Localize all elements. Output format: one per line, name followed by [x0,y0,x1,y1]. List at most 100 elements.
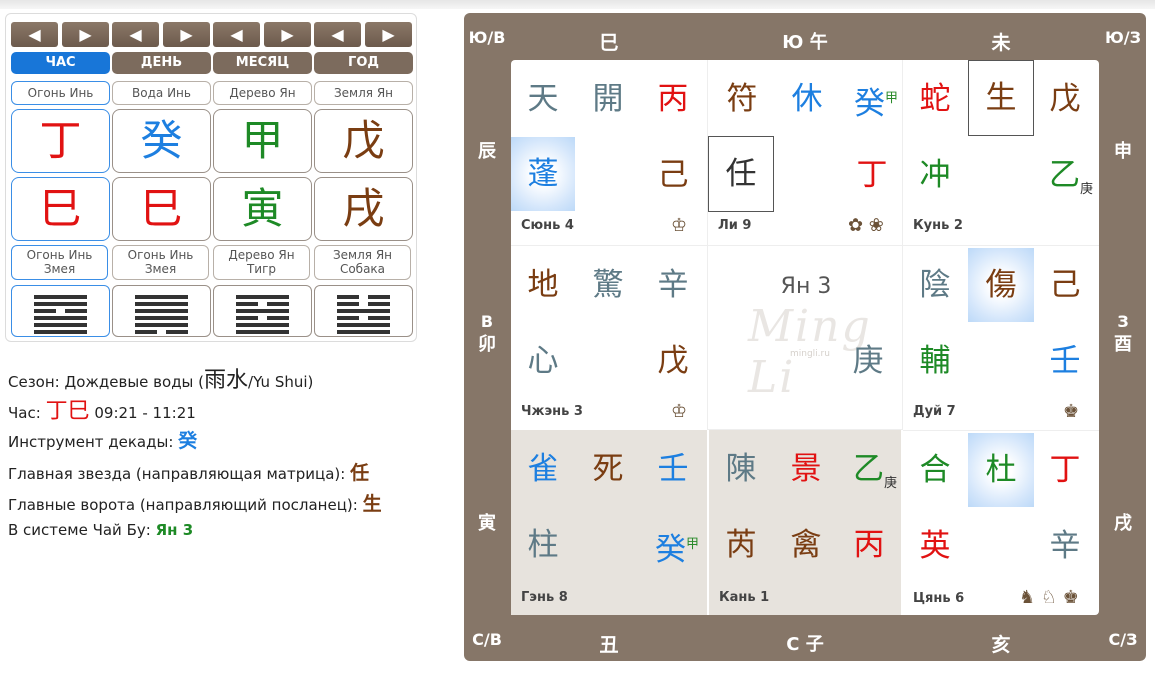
palace-name: Кань 1 [719,590,770,605]
palace-gen[interactable]: 雀 死 壬 柱 癸甲 Гэнь 8 [511,430,707,615]
month-stem-element: Дерево Ян [213,81,312,105]
corner-southeast: Ю/В [468,28,506,47]
hidden-stem-sub: 庚 [1079,182,1093,197]
bottom-branch-hai: 亥 [991,634,1011,656]
hexagram-icon [236,295,289,334]
day-stem-element: Вода Инь [112,81,211,105]
month-branch: 寅 [213,177,312,241]
day-prev-button[interactable]: ◀ [112,22,159,47]
palace-dui[interactable]: 陰 傷 己 輔 壬 Дуй 7 ♚ [903,245,1099,430]
earth-stem-char: 乙 [1048,157,1080,193]
deity: 陳 [725,451,757,487]
palace-center: Ming Li mingli.ru Ян 3 庚 [707,245,903,430]
hour-branch-animal: Змея [43,262,76,276]
deity: 雀 [527,451,559,487]
hidden-stem-sup: 甲 [685,537,699,552]
top-branch-wu: Ю 午 [782,32,828,53]
heaven-stem: 丁 [1049,452,1081,488]
chess-pieces-icon: ♞ ♘ ♚ [1019,587,1079,608]
tab-hour[interactable]: ЧАС [11,52,110,74]
star-label: Главная звезда (направляющая матрица): [8,465,346,483]
year-branch-animal: Собака [339,262,386,276]
day-next-button[interactable]: ▶ [163,22,210,47]
tab-day[interactable]: ДЕНЬ [112,52,211,74]
chaibu-value: Ян 3 [155,521,194,539]
corner-northeast: С/В [472,630,502,649]
hour-next-button[interactable]: ▶ [62,22,109,47]
four-pillars-panel: ◀ ▶ ЧАС Огонь Инь 丁 巳 Огонь Инь Змея ◀ ▶… [5,13,417,342]
king-icon: ♔ [671,401,688,422]
month-next-button[interactable]: ▶ [264,22,311,47]
chaibu-line: В системе Чай Бу: Ян 3 [8,521,193,539]
top-shade [0,0,1155,9]
month-branch-element: Дерево Ян Тигр [213,245,310,280]
hour-time: 09:21 - 11:21 [94,404,196,422]
top-branch-si: 巳 [599,32,619,54]
deity: 蛇 [919,81,951,117]
gate-label: Главные ворота (направляющий посланец): [8,496,358,514]
year-prev-button[interactable]: ◀ [314,22,361,47]
heaven-stem: 丙 [657,81,689,117]
month-prev-button[interactable]: ◀ [213,22,260,47]
star: 英 [919,528,951,564]
star: 芮 [725,527,757,563]
palace-zhen[interactable]: 地 驚 辛 心 戊 Чжэнь 3 ♔ [511,245,707,430]
year-next-button[interactable]: ▶ [365,22,412,47]
star: 心 [527,343,559,379]
palace-name: Кунь 2 [913,218,963,233]
gate: 驚 [592,267,624,303]
gate: 生 [968,60,1034,136]
earth-stem: 壬 [1049,343,1081,379]
star: 輔 [919,343,951,379]
bottom-branch-zi: С 子 [786,634,824,655]
tab-month[interactable]: МЕСЯЦ [213,52,312,74]
right-direction-west: З [1117,312,1129,331]
hour-stem-element: Огонь Инь [11,81,110,105]
heaven-stem-char: 癸 [853,86,885,122]
palace-kun[interactable]: 蛇 生 戊 冲 乙庚 Кунь 2 [903,60,1099,245]
palace-kan[interactable]: 陳 景 乙庚 芮 禽 丙 Кань 1 [709,430,901,615]
hour-prev-button[interactable]: ◀ [11,22,58,47]
day-branch-element-text: Огонь Инь [127,248,194,262]
palace-name: Дуй 7 [913,404,956,419]
hour-branch-element-text: Огонь Инь [26,248,93,262]
deity: 天 [527,81,559,117]
hour-branch-element: Огонь Инь Змея [11,245,108,280]
year-stem-element: Земля Ян [314,81,413,105]
heaven-stem-char: 乙 [852,451,884,487]
gate-line: Главные ворота (направляющий посланец): … [8,489,382,516]
day-stem: 癸 [112,109,211,173]
gate-value: 生 [362,493,382,515]
heaven-stem: 辛 [657,267,689,303]
right-branch-you: 酉 [1114,334,1132,355]
deity: 陰 [919,267,951,303]
hour-hexagram [11,285,110,337]
corner-southwest: Ю/З [1105,28,1141,47]
year-stem: 戊 [314,109,413,173]
palace-qian[interactable]: 合 杜 丁 英 辛 Цянь 6 ♞ ♘ ♚ [903,430,1099,615]
season-label: Сезон: Дождевые воды ( [8,373,205,391]
left-branch-chen: 辰 [478,141,496,162]
tab-year[interactable]: ГОД [314,52,413,74]
top-branch-wei: 未 [991,32,1011,54]
heaven-stem: 壬 [657,451,689,487]
palace-li[interactable]: 符 休 癸甲 任 丁 Ли 9 ✿ ❀ [707,60,903,245]
deity: 符 [726,81,758,117]
king-icon: ♔ [671,215,688,236]
hour-stem: 丁 [11,109,110,173]
watermark-url: mingli.ru [790,349,830,359]
heaven-stem: 癸甲 [850,82,902,121]
star: 冲 [919,157,951,193]
king-icon: ♚ [1063,401,1080,422]
hexagram-icon [337,295,390,334]
deity: 合 [919,452,951,488]
earth-stem: 戊 [657,343,689,379]
deity: 地 [527,267,559,303]
season-tail: /Yu Shui) [248,373,314,391]
left-branch-mao: 卯 [478,334,496,355]
earth-stem: 丙 [853,527,885,563]
palace-xun[interactable]: 天 開 丙 蓬 己 Сюнь 4 ♔ [511,60,707,245]
star: 任 [708,136,774,212]
earth-stem: 己 [657,157,689,193]
decade-value: 癸 [178,430,198,452]
